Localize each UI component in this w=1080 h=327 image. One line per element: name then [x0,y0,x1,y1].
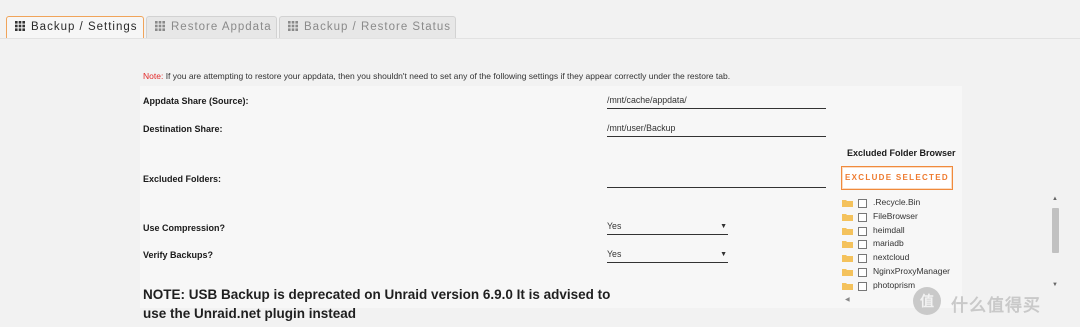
folder-name: FileBrowser [873,210,918,221]
verify-backups-label: Verify Backups? [143,250,214,260]
folder-name: nextcloud [873,252,910,263]
folder-checkbox[interactable] [858,212,867,222]
excluded-folders-input[interactable] [607,173,826,188]
scroll-down-icon[interactable]: ▼ [1052,282,1058,288]
appdata-share-value: /mnt/cache/appdata/ [607,95,687,105]
note-text: If you are attempting to restore your ap… [163,71,731,81]
settings-panel [140,86,962,308]
tab-restore-appdata[interactable]: Restore Appdata [146,16,277,38]
folder-checkbox[interactable] [858,226,867,236]
verify-backups-value: Yes [607,249,622,259]
folder-row[interactable]: .Recycle.Bin [840,196,1062,209]
folder-checkbox[interactable] [858,254,867,264]
folder-checkbox[interactable] [858,281,867,291]
appdata-share-label: Appdata Share (Source): [143,96,249,106]
tab-backup-restore-status[interactable]: Backup / Restore Status [279,16,456,38]
verify-backups-select[interactable]: Yes ▼ [607,248,728,263]
folder-list: .Recycle.Bin FileBrowser heimdall mariadb ne… [840,196,1062,306]
dropdown-caret-icon: ▼ [720,251,727,258]
folder-icon [842,269,853,276]
restore-note: Note: If you are attempting to restore y… [143,71,730,81]
folder-checkbox[interactable] [858,199,867,208]
folder-icon [842,200,853,207]
smzdm-logo-icon: 值 [913,287,941,315]
tab-label: Backup / Settings [31,21,138,33]
excluded-folders-label: Excluded Folders: [143,174,222,184]
scroll-up-icon[interactable]: ▲ [1052,196,1058,202]
tab-backup-settings[interactable]: Backup / Settings [6,16,144,38]
dropdown-caret-icon: ▼ [720,223,727,230]
folder-icon [842,282,853,290]
folder-checkbox[interactable] [858,240,867,250]
use-compression-label: Use Compression? [143,223,226,233]
folder-browser-title: Excluded Folder Browser [847,148,956,158]
grid-icon [288,21,298,31]
tab-label: Restore Appdata [171,21,272,33]
destination-share-value: /mnt/user/Backup [607,123,676,133]
folder-row[interactable]: mariadb [840,237,1062,250]
exclude-selected-button[interactable]: EXCLUDE SELECTED [841,166,953,190]
folder-row[interactable]: NginxProxyManager [840,265,1062,278]
appdata-share-input[interactable]: /mnt/cache/appdata/ [607,94,826,109]
folder-row[interactable]: heimdall [840,224,1062,237]
use-compression-select[interactable]: Yes ▼ [607,220,728,235]
deprecation-notice: NOTE: USB Backup is deprecated on Unraid… [143,287,611,321]
folder-scrollbar[interactable]: ▲ ▼ [1050,196,1060,292]
grid-icon [15,21,25,31]
folder-icon [842,213,853,221]
note-label: Note: [143,71,164,81]
folder-checkbox[interactable] [858,268,867,277]
folder-icon [842,241,853,249]
folder-name: heimdall [873,224,905,235]
folder-row[interactable]: FileBrowser [840,210,1062,223]
tab-bar: Backup / Settings Restore Appdata Backup… [0,0,1080,40]
destination-share-label: Destination Share: [143,124,223,134]
folder-name: .Recycle.Bin [873,197,921,207]
tab-baseline [0,38,1080,39]
folder-row[interactable]: photoprism [840,279,1062,292]
scrollbar-thumb[interactable] [1052,208,1059,253]
folder-name: mariadb [873,238,904,249]
folder-row[interactable]: nextcloud [840,251,1062,264]
tab-label: Backup / Restore Status [304,21,452,33]
folder-name: photoprism [873,279,916,290]
watermark-text: 什么值得买 [951,296,1041,315]
folder-icon [842,255,853,263]
use-compression-value: Yes [607,221,622,231]
destination-share-input[interactable]: /mnt/user/Backup [607,122,826,137]
grid-icon [155,21,165,31]
folder-icon [842,227,853,235]
svg-text:值: 值 [920,293,934,310]
scroll-left-icon[interactable]: ◀ [845,296,850,303]
folder-name: NginxProxyManager [873,266,951,276]
